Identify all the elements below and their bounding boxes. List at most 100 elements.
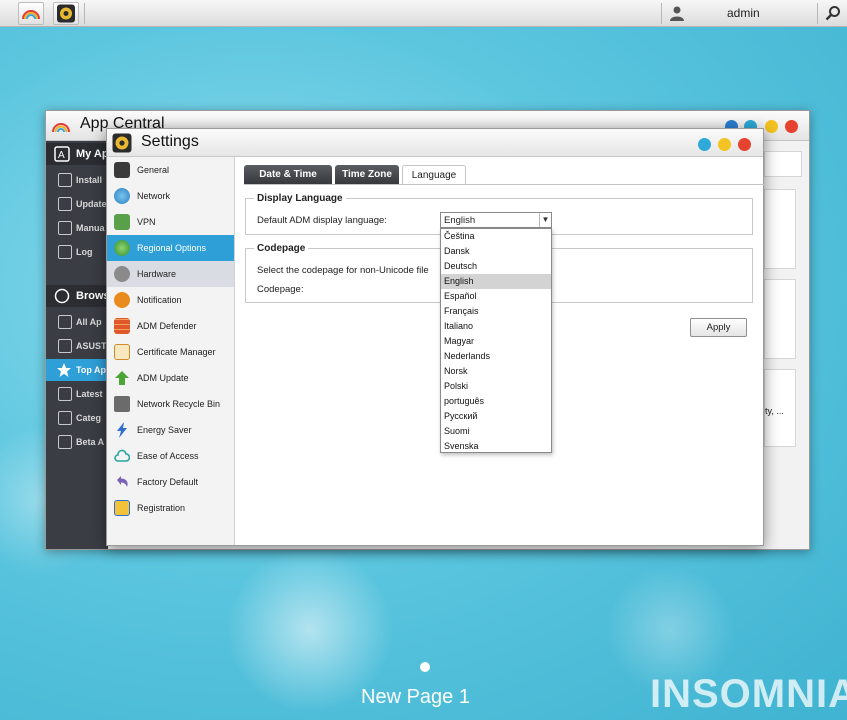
arrow-up-icon [115,371,129,385]
settings-sidebar: General Network VPN Regional Options Har… [107,157,235,545]
nav-item-adm-update[interactable]: ADM Update [107,365,234,391]
language-option[interactable]: Deutsch [441,259,551,274]
help-icon[interactable] [698,138,711,151]
nav-item-general[interactable]: General [107,157,234,183]
certificate-icon [114,344,130,360]
apps-icon: A [54,146,70,162]
sidebar-item-categories[interactable]: Categ [46,407,108,429]
hardware-icon [114,266,130,282]
rainbow-icon [22,10,40,20]
tab-language[interactable]: Language [402,165,466,185]
language-dropdown-list: Čeština Dansk Deutsch English Español Fr… [440,228,552,453]
nav-item-network-recycle-bin[interactable]: Network Recycle Bin [107,391,234,417]
sidebar-item-asustor[interactable]: ASUST [46,335,108,357]
display-language-legend: Display Language [257,193,343,204]
close-icon[interactable] [738,138,751,151]
codepage-legend: Codepage [257,243,306,254]
taskbar: admin [0,0,847,27]
app-central-search-box[interactable] [764,151,802,177]
language-option[interactable]: Čeština [441,229,551,244]
lightning-icon [117,422,127,438]
app-central-sidebar: A My Ap Install Update Manua Log Brows A… [46,141,110,549]
tab-time-zone[interactable]: Time Zone [335,165,399,185]
nav-item-network[interactable]: Network [107,183,234,209]
settings-taskbar-button[interactable] [53,2,79,25]
language-option[interactable]: Español [441,289,551,304]
sidebar-section-browse[interactable]: Brows [46,285,110,307]
codepage-description: Select the codepage for non-Unicode file [257,265,429,276]
language-option[interactable]: Français [441,304,551,319]
minimize-icon[interactable] [718,138,731,151]
display-language-label: Default ADM display language: [257,215,387,226]
sidebar-item-latest[interactable]: Latest [46,383,108,405]
language-option[interactable]: Nederlands [441,349,551,364]
nav-item-energy-saver[interactable]: Energy Saver [107,417,234,443]
nav-item-registration[interactable]: Registration [107,495,234,521]
desktop-page-label: New Page 1 [361,686,470,708]
cloud-icon [114,449,130,462]
tab-date-time[interactable]: Date & Time [244,165,332,185]
nav-item-vpn[interactable]: VPN [107,209,234,235]
language-option[interactable]: Suomi [441,424,551,439]
codepage-label: Codepage: [257,284,304,295]
trash-icon [114,396,130,412]
browse-icon [54,288,70,304]
display-language-select[interactable]: English ▼ [440,212,552,228]
sidebar-item-beta[interactable]: Beta A [46,431,108,453]
gear-icon [112,133,132,153]
app-card[interactable] [764,189,796,269]
language-option[interactable]: Dansk [441,244,551,259]
search-icon[interactable] [825,5,841,21]
language-option[interactable]: português [441,394,551,409]
server-icon [114,162,130,178]
svg-text:A: A [58,150,65,161]
firewall-icon [114,318,130,334]
app-card[interactable]: ty, ... [764,369,796,447]
language-option[interactable]: Svenska [441,439,551,454]
display-language-selected: English [444,215,476,226]
sidebar-item-log[interactable]: Log [46,241,108,263]
nav-item-hardware[interactable]: Hardware [107,261,234,287]
settings-window: Settings General Network VPN Regional Op… [106,128,764,546]
settings-titlebar[interactable]: Settings [107,129,763,157]
app-card-description: ty, ... [765,406,784,416]
sidebar-item-top-apps[interactable]: Top Ap [46,359,108,381]
username-label[interactable]: admin [727,6,760,20]
nav-item-adm-defender[interactable]: ADM Defender [107,313,234,339]
close-icon[interactable] [785,120,798,133]
sidebar-item-installed[interactable]: Install [46,169,108,191]
nav-item-factory-default[interactable]: Factory Default [107,469,234,495]
watermark-logo: INSOMNIA [650,672,847,716]
document-icon [114,500,130,516]
minimize-icon[interactable] [765,120,778,133]
alert-icon [114,292,130,308]
sidebar-item-updates[interactable]: Update [46,193,108,215]
app-card[interactable] [764,279,796,359]
nav-item-ease-of-access[interactable]: Ease of Access [107,443,234,469]
nav-item-regional-options[interactable]: Regional Options [107,235,234,261]
nav-item-notification[interactable]: Notification [107,287,234,313]
sidebar-item-all-apps[interactable]: All Ap [46,311,108,333]
chevron-down-icon[interactable]: ▼ [539,213,551,227]
undo-icon [117,476,128,487]
globe-icon [114,240,130,256]
rainbow-icon [52,123,70,133]
sidebar-item-manual[interactable]: Manua [46,217,108,239]
globe-icon [114,188,130,204]
user-icon[interactable] [669,5,685,21]
language-option[interactable]: Norsk [441,364,551,379]
page-indicator-dot[interactable] [420,662,430,672]
language-option[interactable]: Русский [441,409,551,424]
vpn-icon [114,214,130,230]
settings-title: Settings [141,133,199,150]
language-option-selected[interactable]: English [441,274,551,289]
language-option[interactable]: Italiano [441,319,551,334]
sidebar-section-my-apps[interactable]: A My Ap [46,143,109,165]
apply-button[interactable]: Apply [690,318,747,337]
language-option[interactable]: Polski [441,379,551,394]
language-option[interactable]: Magyar [441,334,551,349]
gear-icon [57,4,75,23]
star-icon [57,363,71,377]
app-central-taskbar-button[interactable] [18,2,44,25]
nav-item-certificate-manager[interactable]: Certificate Manager [107,339,234,365]
